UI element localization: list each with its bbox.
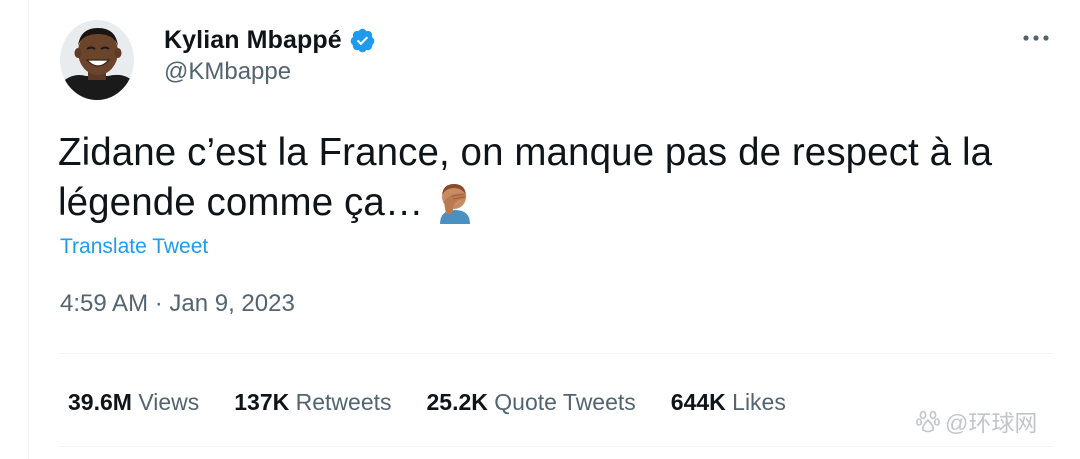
author-handle[interactable]: @KMbappe [164, 58, 291, 86]
stat-quote-tweets-count: 25.2K [426, 388, 488, 415]
stat-views-count: 39.6M [68, 388, 132, 415]
author-name-row[interactable]: Kylian Mbappé [164, 22, 376, 58]
stat-views[interactable]: 39.6M Views [68, 389, 199, 416]
stat-likes-count: 644K [670, 388, 726, 415]
stat-retweets-count: 137K [234, 388, 290, 415]
stat-views-label: Views [138, 388, 200, 415]
verified-badge-icon [349, 27, 376, 54]
paw-logo-icon [915, 410, 940, 433]
stat-quote-tweets[interactable]: 25.2K Quote Tweets [427, 389, 636, 416]
tweet-stats-row: 39.6M Views 137K Retweets 25.2K Quote Tw… [68, 386, 821, 418]
man-facepalming-emoji-icon [434, 180, 476, 224]
tweet-timestamp[interactable]: 4:59 AM · Jan 9, 2023 [60, 290, 295, 318]
more-options-button[interactable] [1014, 20, 1058, 56]
tweet-text-content: Zidane c’est la France, on manque pas de… [58, 131, 993, 224]
divider-top [60, 353, 1052, 354]
stat-retweets-label: Retweets [295, 388, 392, 415]
watermark: @环球网 [915, 406, 1037, 436]
avatar[interactable] [60, 20, 134, 100]
stat-likes[interactable]: 644K Likes [671, 389, 786, 416]
translate-tweet-link[interactable]: Translate Tweet [60, 235, 208, 259]
card-left-border [28, 0, 29, 459]
divider-bottom [60, 446, 1052, 447]
stat-retweets[interactable]: 137K Retweets [234, 389, 391, 416]
stat-quote-tweets-label: Quote Tweets [494, 388, 636, 415]
author-display-name[interactable]: Kylian Mbappé [164, 26, 342, 55]
more-horizontal-icon [1023, 35, 1049, 41]
watermark-text: @环球网 [945, 410, 1038, 436]
avatar-photo-icon [60, 20, 134, 100]
tweet-text: Zidane c’est la France, on manque pas de… [58, 128, 1048, 228]
stat-likes-label: Likes [732, 388, 786, 415]
